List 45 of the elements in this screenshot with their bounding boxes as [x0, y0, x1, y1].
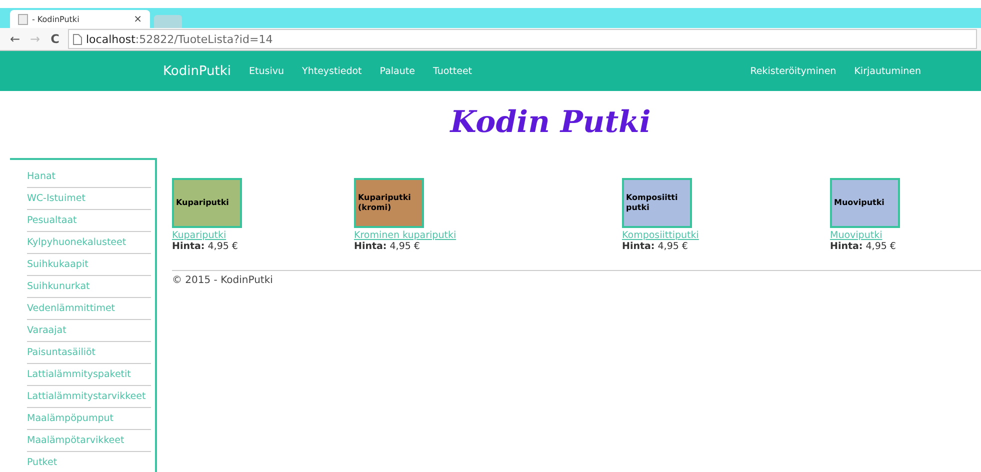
product-price: Hinta: 4,95 €: [622, 241, 688, 252]
page-icon: [18, 14, 28, 24]
nav-link[interactable]: Palaute: [380, 66, 415, 76]
nav-link[interactable]: Etusivu: [249, 66, 284, 76]
browser-tab[interactable]: - KodinPutki ×: [10, 10, 150, 28]
category-link[interactable]: Putket: [27, 452, 151, 472]
product-image[interactable]: Kupariputki (kromi): [354, 178, 424, 228]
category-link[interactable]: Maalämpötarvikkeet: [27, 430, 151, 452]
product-price: Hinta: 4,95 €: [830, 241, 896, 252]
category-link[interactable]: Paisuntasäiliöt: [27, 342, 151, 364]
category-link[interactable]: Lattialämmityspaketit: [27, 364, 151, 386]
category-link[interactable]: Suihkukaapit: [27, 254, 151, 276]
category-link[interactable]: Suihkunurkat: [27, 276, 151, 298]
category-link[interactable]: Maalämpöpumput: [27, 408, 151, 430]
footer-text: © 2015 - KodinPutki: [172, 275, 274, 286]
nav-link[interactable]: Tuotteet: [432, 66, 472, 76]
category-link[interactable]: Varaajat: [27, 320, 151, 342]
page-icon: [73, 34, 82, 44]
back-button[interactable]: ←: [8, 32, 22, 46]
reload-button[interactable]: C: [48, 32, 62, 46]
category-link[interactable]: Pesualtaat: [27, 210, 151, 232]
product-link[interactable]: Kupariputki: [172, 230, 226, 241]
close-tab-button[interactable]: ×: [134, 14, 142, 24]
category-link[interactable]: WC-Istuimet: [27, 188, 151, 210]
product-image[interactable]: Kupariputki: [172, 178, 242, 228]
tab-title: - KodinPutki: [32, 14, 80, 24]
category-link[interactable]: Lattialämmitystarvikkeet: [27, 386, 151, 408]
product-image[interactable]: Komposiitti putki: [622, 178, 692, 228]
category-link[interactable]: Vedenlämmittimet: [27, 298, 151, 320]
page-title: Kodin Putki: [448, 105, 652, 142]
new-tab-button[interactable]: [154, 15, 182, 28]
forward-button[interactable]: →: [28, 32, 42, 46]
nav-link[interactable]: Rekisteröityminen: [750, 66, 836, 76]
product-image[interactable]: Muoviputki: [830, 178, 900, 228]
nav-link[interactable]: Yhteystiedot: [302, 66, 362, 76]
category-link[interactable]: Hanat: [27, 166, 151, 188]
product-link[interactable]: Muoviputki: [830, 230, 882, 241]
brand-link[interactable]: KodinPutki: [163, 64, 232, 78]
nav-link[interactable]: Kirjautuminen: [854, 66, 921, 76]
product-price: Hinta: 4,95 €: [172, 241, 238, 252]
category-link[interactable]: Kylpyhuonekalusteet: [27, 232, 151, 254]
product-link[interactable]: Komposiittiputki: [622, 230, 699, 241]
address-field[interactable]: localhost:52822/TuoteLista?id=14: [68, 29, 977, 49]
product-price: Hinta: 4,95 €: [354, 241, 420, 252]
product-link[interactable]: Krominen kupariputki: [354, 230, 456, 241]
